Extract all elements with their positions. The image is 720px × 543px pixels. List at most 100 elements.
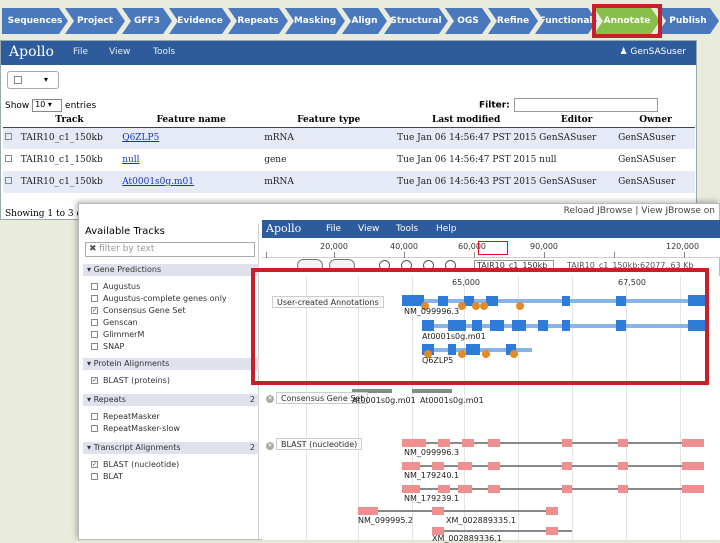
blast-hit[interactable] (358, 507, 558, 515)
step-project[interactable]: Project (65, 8, 125, 34)
menu-file[interactable]: File (73, 47, 88, 57)
category-gene-predictions[interactable]: ▾ Gene Predictions (83, 264, 259, 276)
menu-help[interactable]: Help (436, 224, 457, 234)
blast-hit[interactable] (402, 462, 704, 470)
apollo-logo: Apollo (9, 44, 54, 60)
show-label: Show (5, 101, 30, 111)
step-publish[interactable]: Publish (657, 8, 719, 34)
select-all-checkbox[interactable] (14, 76, 22, 84)
menu-view[interactable]: View (358, 224, 379, 234)
user-menu[interactable]: ♟ GenSASuser (619, 47, 686, 57)
col-owner[interactable]: Owner (616, 113, 695, 128)
step-align[interactable]: Align (342, 8, 387, 34)
track-label: GlimmerM (103, 330, 145, 339)
track-checkbox[interactable] (91, 295, 98, 302)
col-track[interactable]: Track (18, 113, 121, 128)
col-feature-type[interactable]: Feature type (262, 113, 396, 128)
feature-label: XM_002889335.1 (446, 516, 516, 525)
overview-ruler[interactable]: 20,000 40,000 60,000 90,000 120,000 (262, 238, 720, 258)
annotator-window: Apollo File View Tools ♟ GenSASuser ▾ Sh… (0, 40, 697, 220)
jbrowse-links[interactable]: Reload JBrowse | View JBrowse on (564, 206, 715, 216)
track-blast-nucleotide[interactable]: ✓ BLAST (nucleotide) (91, 460, 179, 470)
row-checkbox[interactable] (5, 177, 12, 184)
user-icon: ♟ (619, 47, 631, 57)
ruler-tickline (614, 252, 615, 258)
ruler-tick: 20,000 (320, 242, 348, 251)
menu-tools[interactable]: Tools (396, 224, 418, 234)
track-repeatmasker[interactable]: RepeatMasker (91, 412, 160, 422)
current-region-box[interactable] (478, 241, 508, 255)
entries-label: entries (65, 101, 97, 111)
col-last-modified[interactable]: Last modified (395, 113, 538, 128)
feature-label: At0001s0g.m01 (352, 396, 416, 405)
feature-link[interactable]: Q6ZLP5 (122, 133, 159, 143)
ruler-tick: 90,000 (530, 242, 558, 251)
category-repeats[interactable]: ▾ Repeats 2 (83, 394, 259, 406)
category-count: 2 (249, 443, 255, 452)
track-checkbox-checked[interactable]: ✓ (91, 461, 98, 468)
track-checkbox[interactable] (91, 331, 98, 338)
row-check-cell (3, 171, 19, 193)
cell-last-modified: Tue Jan 06 14:56:43 PST 2015 (395, 171, 538, 193)
track-glimmerm[interactable]: GlimmerM (91, 330, 144, 340)
track-checkbox[interactable] (91, 413, 98, 420)
feature-label: NM_179239.1 (404, 494, 460, 503)
step-refine[interactable]: Refine (488, 8, 538, 34)
cell-owner: GenSASuser (616, 127, 695, 149)
track-augustus[interactable]: Augustus (91, 282, 140, 292)
step-evidence[interactable]: Evidence (169, 8, 231, 34)
col-editor[interactable]: Editor (537, 113, 617, 128)
step-ogs[interactable]: OGS (445, 8, 491, 34)
feature-link[interactable]: At0001s0g.m01 (122, 177, 194, 187)
cell-last-modified: Tue Jan 06 14:56:47 PST 2015 (395, 127, 538, 149)
track-repeatmasker-slow[interactable]: RepeatMasker-slow (91, 424, 180, 434)
track-checkbox[interactable] (91, 473, 98, 480)
track-label: BLAST (nucleotide) (103, 460, 180, 469)
track-consensus[interactable]: ✓ Consensus Gene Set (91, 306, 185, 316)
bulk-select-dropdown[interactable]: ▾ (7, 71, 59, 89)
track-blast-proteins[interactable]: ✓ BLAST (proteins) (91, 376, 170, 386)
feature-label: NM_099996.3 (404, 448, 460, 457)
track-filter-input[interactable]: ✖ filter by text (85, 242, 255, 257)
page-length-select[interactable]: 10 ▾ (32, 99, 63, 112)
blast-hit[interactable] (402, 485, 704, 493)
row-checkbox[interactable] (5, 133, 12, 141)
track-checkbox[interactable] (91, 425, 98, 432)
track-blat[interactable]: BLAT (91, 472, 123, 482)
step-gff3[interactable]: GFF3 (122, 8, 172, 34)
step-sequences[interactable]: Sequences (2, 8, 68, 34)
filter-input[interactable] (513, 98, 658, 112)
track-label: BLAT (103, 472, 123, 481)
track-checkbox-checked[interactable]: ✓ (91, 307, 98, 314)
ruler-tickline (266, 252, 267, 258)
blast-hit[interactable] (402, 439, 704, 447)
row-checkbox[interactable] (5, 155, 12, 162)
menu-tools[interactable]: Tools (153, 47, 175, 57)
track-checkbox[interactable] (91, 343, 98, 350)
category-protein-alignments[interactable]: ▾ Protein Alignments (83, 358, 259, 370)
row-check-cell (3, 149, 19, 171)
table-row[interactable]: TAIR10_c1_150kb Q6ZLP5 mRNA Tue Jan 06 1… (3, 127, 695, 149)
filter-control: Filter: (479, 98, 658, 112)
step-functional[interactable]: Functional (535, 8, 597, 34)
close-track-icon[interactable]: ✕ (266, 395, 274, 403)
clear-filter-icon[interactable]: ✖ (89, 243, 97, 256)
track-genscan[interactable]: Genscan (91, 318, 138, 328)
track-checkbox[interactable] (91, 319, 98, 326)
col-feature-name[interactable]: Feature name (120, 113, 263, 128)
menu-file[interactable]: File (326, 224, 341, 234)
blast-nt-track-label[interactable]: BLAST (nucleotide) (276, 438, 363, 450)
menu-view[interactable]: View (109, 47, 130, 57)
close-track-icon[interactable]: ✕ (266, 442, 274, 450)
step-masking[interactable]: Masking (285, 8, 345, 34)
track-checkbox-checked[interactable]: ✓ (91, 377, 98, 384)
track-checkbox[interactable] (91, 283, 98, 290)
feature-link[interactable]: null (122, 155, 139, 165)
step-repeats[interactable]: Repeats (228, 8, 288, 34)
table-row[interactable]: TAIR10_c1_150kb null gene Tue Jan 06 14:… (3, 149, 695, 171)
step-structural[interactable]: Structural (384, 8, 448, 34)
track-augustus-complete[interactable]: Augustus-complete genes only (91, 294, 227, 304)
category-transcript-alignments[interactable]: ▾ Transcript Alignments 2 (83, 442, 259, 454)
table-row[interactable]: TAIR10_c1_150kb At0001s0g.m01 mRNA Tue J… (3, 171, 695, 193)
track-snap[interactable]: SNAP (91, 342, 124, 352)
